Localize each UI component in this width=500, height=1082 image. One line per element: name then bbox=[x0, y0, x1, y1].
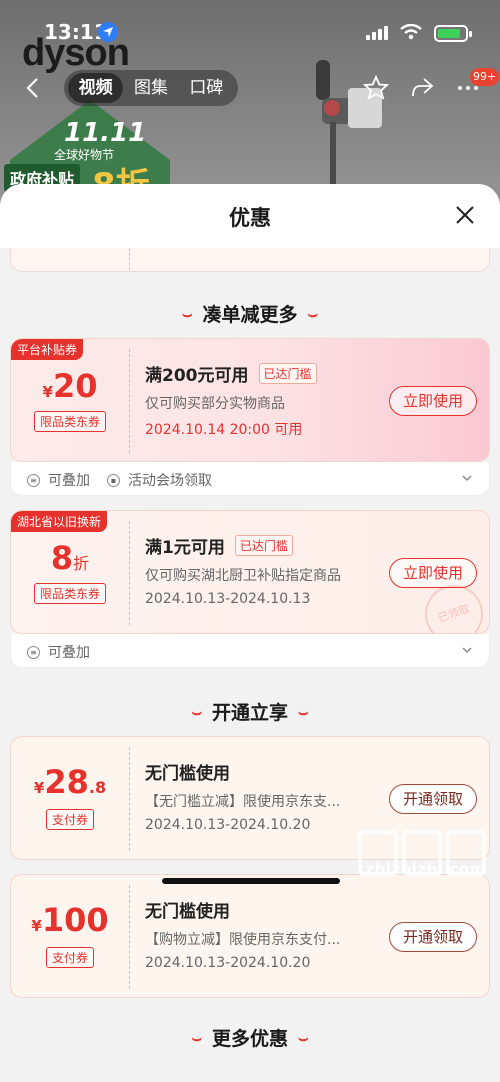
section-title-combine: ⌣ 凑单减更多 ⌣ bbox=[181, 304, 319, 326]
coupon-date: 2024.10.13-2024.10.13 bbox=[145, 591, 311, 607]
coupon-amount: ¥100 bbox=[31, 901, 109, 939]
threshold-reached-badge: 已达门槛 bbox=[234, 535, 293, 556]
coupon-description: 【购物立减】限使用京东支付... bbox=[145, 932, 341, 948]
tab-reviews[interactable]: 口碑 bbox=[179, 73, 234, 103]
tab-gallery[interactable]: 图集 bbox=[123, 73, 178, 103]
section-title-more: ⌣ 更多优惠 ⌣ bbox=[191, 1028, 309, 1050]
coupon-tag: 平台补贴券 bbox=[11, 339, 84, 360]
ticket-icon: ▪ bbox=[107, 473, 120, 487]
coupon-description: 仅可购买湖北厨卫补贴指定商品 bbox=[145, 568, 341, 584]
stack-icon: ≡ bbox=[27, 473, 40, 487]
previous-coupon-card-partial bbox=[10, 248, 490, 272]
coupon-type: 限品类东券 bbox=[11, 411, 129, 432]
activate-claim-button[interactable]: 开通领取 bbox=[389, 922, 477, 952]
coupon-condition: 满200元可用 已达门槛 bbox=[145, 361, 317, 386]
chevron-down-icon[interactable] bbox=[461, 472, 473, 484]
threshold-reached-badge: 已达门槛 bbox=[258, 363, 317, 384]
coupon-card[interactable]: 平台补贴券 ¥20 限品类东券 满200元可用 已达门槛 仅可购买部分实物商品 … bbox=[10, 338, 490, 462]
coupon-amount: ¥28.8 bbox=[33, 763, 107, 801]
coupon-amount: 8折 bbox=[50, 539, 90, 577]
use-now-button[interactable]: 立即使用 bbox=[389, 386, 477, 416]
activate-claim-button[interactable]: 开通领取 bbox=[389, 784, 477, 814]
section-title-activate: ⌣ 开通立享 ⌣ bbox=[191, 702, 309, 724]
coupon-description: 【无门槛立减】限使用京东支... bbox=[145, 794, 341, 810]
sheet-header: 优惠 bbox=[0, 184, 500, 248]
favorite-star-icon[interactable] bbox=[362, 74, 390, 102]
tab-video[interactable]: 视频 bbox=[68, 73, 124, 103]
close-icon[interactable] bbox=[454, 204, 476, 226]
stack-icon: ≡ bbox=[27, 645, 40, 659]
venue-claim-label: ▪ 活动会场领取 bbox=[107, 470, 212, 490]
watermark-text: zhizhizhi.com bbox=[365, 860, 486, 878]
stackable-label: ≡ 可叠加 bbox=[27, 470, 90, 490]
coupon-footer: ≡ 可叠加 bbox=[10, 634, 490, 668]
coupon-type: 支付券 bbox=[11, 809, 129, 830]
back-arrow-icon[interactable] bbox=[22, 76, 46, 100]
promo-event-label: 11.11 bbox=[64, 118, 147, 148]
cellular-signal-icon bbox=[366, 26, 388, 40]
wifi-icon bbox=[400, 24, 422, 40]
message-count-badge: 99+ bbox=[470, 68, 500, 86]
coupon-condition: 无门槛使用 bbox=[145, 764, 230, 784]
coupon-condition: 无门槛使用 bbox=[145, 902, 230, 922]
brand-logo: dyson bbox=[22, 32, 130, 74]
stackable-label: ≡ 可叠加 bbox=[27, 642, 90, 662]
coupon-footer: ≡ 可叠加 ▪ 活动会场领取 bbox=[10, 462, 490, 496]
media-tabs: 视频 图集 口碑 bbox=[64, 70, 238, 106]
coupon-date: 2024.10.13-2024.10.20 bbox=[145, 817, 311, 833]
coupon-card[interactable]: 湖北省以旧换新 8折 限品类东券 满1元可用 已达门槛 仅可购买湖北厨卫补贴指定… bbox=[10, 510, 490, 634]
chevron-down-icon[interactable] bbox=[461, 644, 473, 656]
coupon-amount: ¥20 bbox=[42, 367, 98, 405]
coupon-date: 2024.10.14 20:00 可用 bbox=[145, 422, 303, 438]
battery-icon bbox=[434, 25, 472, 42]
share-icon[interactable] bbox=[408, 74, 436, 102]
coupon-condition: 满1元可用 已达门槛 bbox=[145, 533, 293, 558]
home-indicator[interactable] bbox=[162, 878, 340, 884]
discount-sheet: 优惠 ⌣ 凑单减更多 ⌣ 平台补贴券 ¥20 限品类东券 满200元可用 已达门槛 … bbox=[0, 184, 500, 1082]
coupon-description: 仅可购买部分实物商品 bbox=[145, 396, 285, 412]
coupon-type: 支付券 bbox=[11, 947, 129, 968]
sheet-title: 优惠 bbox=[229, 206, 271, 230]
coupon-type: 限品类东券 bbox=[11, 583, 129, 604]
coupon-date: 2024.10.13-2024.10.20 bbox=[145, 955, 311, 971]
coupon-tag: 湖北省以旧换新 bbox=[11, 511, 108, 532]
use-now-button[interactable]: 立即使用 bbox=[389, 558, 477, 588]
